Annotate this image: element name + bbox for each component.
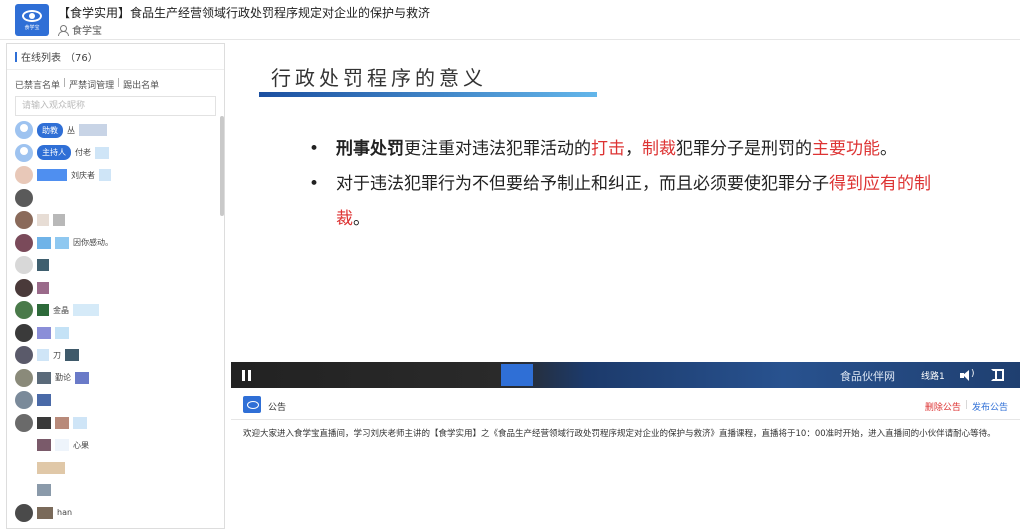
avatar	[15, 436, 33, 455]
member-list: 助教 丛 主持人 付老 刘庆者 因你感动。 金晶 刀 勤论 心果 han	[15, 119, 215, 524]
list-item[interactable]: 因你感动。	[15, 232, 215, 255]
role-badge: 助教	[37, 122, 63, 138]
member-name: 因你感动。	[73, 238, 113, 248]
list-item[interactable]: 勤论	[15, 367, 215, 390]
member-name: 丛	[67, 125, 75, 135]
avatar	[15, 368, 33, 387]
list-item[interactable]: 心果	[15, 434, 215, 457]
list-item[interactable]: 金晶	[15, 299, 215, 322]
list-item[interactable]	[15, 254, 215, 277]
presentation-slide: 行政处罚程序的意义 刑事处罚更注重对违法犯罪活动的打击，制裁犯罪分子是刑罚的主要…	[231, 40, 1020, 362]
avatar	[15, 301, 33, 320]
avatar	[15, 346, 33, 365]
announcement-header: 公告 删除公告 | 发布公告	[231, 392, 1020, 420]
page-title: 【食学实用】食品生产经营领域行政处罚程序规定对企业的保护与救济	[58, 6, 431, 20]
muted-list-link[interactable]: 已禁言名单	[15, 78, 60, 91]
avatar	[15, 256, 33, 275]
online-list-label: 在线列表	[21, 53, 61, 64]
sidebar-scrollbar[interactable]	[220, 116, 224, 216]
member-name: 刀	[53, 350, 61, 360]
member-name: 金晶	[53, 305, 69, 315]
player-control-bar: 食品伙伴网 线路1 )	[231, 362, 1020, 388]
list-item[interactable]	[15, 209, 215, 232]
list-item[interactable]	[15, 277, 215, 300]
avatar	[15, 166, 33, 185]
list-item[interactable]: 刀	[15, 344, 215, 367]
delete-announcement-button[interactable]: 删除公告	[925, 400, 961, 413]
header: 食学宝 【食学实用】食品生产经营领域行政处罚程序规定对企业的保护与救济 食学宝	[0, 0, 1020, 40]
announcement-panel: 公告 删除公告 | 发布公告 欢迎大家进入食学宝直播间，学习刘庆老师主讲的【食学…	[231, 392, 1020, 529]
host-name: 食学宝	[72, 26, 102, 37]
list-item[interactable]	[15, 389, 215, 412]
member-name: 付老	[75, 148, 91, 158]
bullet-criminal-punishment: 刑事处罚更注重对违法犯罪活动的打击，制裁犯罪分子是刑罚的主要功能。	[309, 132, 949, 167]
slide-title-underline	[259, 92, 597, 97]
avatar	[15, 211, 33, 230]
avatar	[15, 121, 33, 140]
host-info: 食学宝	[58, 22, 102, 37]
list-item[interactable]	[15, 457, 215, 480]
list-item[interactable]: 刘庆者	[15, 164, 215, 187]
online-count: （76）	[65, 53, 98, 64]
logo-text: 食学宝	[24, 24, 40, 31]
avatar	[15, 323, 33, 342]
avatar	[15, 188, 33, 207]
avatar	[15, 413, 33, 432]
bullet-sanction: 对于违法犯罪行为不但要给予制止和纠正，而且必须要使犯罪分子得到应有的制裁。	[309, 167, 949, 237]
fullscreen-icon[interactable]	[991, 369, 1004, 381]
volume-wave-icon: )	[971, 369, 975, 379]
announcement-logo-icon	[243, 396, 261, 413]
list-item[interactable]	[15, 322, 215, 345]
online-list-panel: 在线列表 （76） 已禁言名单 | 严禁词管理 | 踢出名单 助教 丛 主持人 …	[6, 43, 225, 529]
video-watermark: 食品伙伴网	[840, 370, 895, 383]
publish-announcement-button[interactable]: 发布公告	[972, 400, 1008, 413]
announcement-actions: 删除公告 | 发布公告	[924, 400, 1008, 413]
role-badge: 主持人	[37, 145, 71, 161]
avatar	[15, 143, 33, 162]
announcement-text: 欢迎大家进入食学宝直播间，学习刘庆老师主讲的【食学实用】之《食品生产经营领域行政…	[243, 429, 996, 439]
route-selector[interactable]: 线路1	[921, 369, 945, 382]
avatar	[15, 458, 33, 477]
member-name: han	[57, 508, 73, 518]
announcement-label: 公告	[268, 403, 287, 413]
app-logo: 食学宝	[15, 4, 49, 36]
online-list-header: 在线列表 （76）	[7, 44, 224, 70]
pause-icon[interactable]	[241, 370, 252, 381]
list-item[interactable]	[15, 187, 215, 210]
avatar	[15, 391, 33, 410]
viewer-search-input[interactable]	[15, 96, 216, 116]
video-player[interactable]: 行政处罚程序的意义 刑事处罚更注重对违法犯罪活动的打击，制裁犯罪分子是刑罚的主要…	[231, 40, 1020, 388]
avatar	[15, 481, 33, 500]
list-item[interactable]: 助教 丛	[15, 119, 215, 142]
user-icon	[58, 24, 69, 36]
slide-bullets: 刑事处罚更注重对违法犯罪活动的打击，制裁犯罪分子是刑罚的主要功能。 对于违法犯罪…	[309, 132, 949, 237]
banned-words-link[interactable]: 严禁词管理	[69, 78, 114, 91]
member-name: 刘庆者	[71, 170, 95, 180]
list-item[interactable]: 主持人 付老	[15, 142, 215, 165]
slide-title: 行政处罚程序的意义	[271, 66, 487, 90]
list-item[interactable]	[15, 479, 215, 502]
avatar	[15, 233, 33, 252]
avatar	[15, 278, 33, 297]
eye-icon	[22, 9, 42, 22]
list-item[interactable]: han	[15, 502, 215, 525]
member-name: 心果	[73, 440, 89, 450]
avatar	[15, 503, 33, 522]
header-accent-bar	[15, 51, 17, 62]
moderation-links: 已禁言名单 | 严禁词管理 | 踢出名单	[15, 78, 160, 91]
video-logo	[501, 364, 533, 386]
kicked-list-link[interactable]: 踢出名单	[123, 78, 159, 91]
list-item[interactable]	[15, 412, 215, 435]
member-name: 勤论	[55, 373, 71, 383]
